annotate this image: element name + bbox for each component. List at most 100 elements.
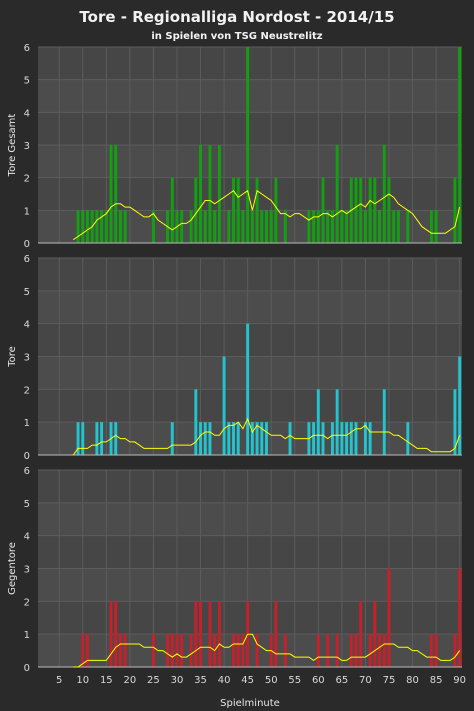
x-tick-label: 65 — [335, 675, 348, 686]
bar-minute-62 — [326, 210, 330, 243]
bar-minute-39 — [217, 145, 221, 243]
y-axis-label: Tore Gesamt — [7, 114, 18, 178]
bar-minute-48 — [260, 210, 264, 243]
y-tick-label: 2 — [24, 597, 30, 608]
bar-minute-73 — [378, 210, 382, 243]
bar-minute-74 — [382, 634, 386, 667]
bar-minute-60 — [316, 210, 320, 243]
bar-minute-61 — [321, 177, 325, 243]
bar-minute-68 — [354, 422, 358, 455]
y-tick-label: 2 — [24, 174, 30, 185]
bar-minute-11 — [86, 634, 89, 667]
bar-minute-50 — [269, 210, 273, 243]
bar-minute-84 — [429, 634, 433, 667]
bar-minute-76 — [392, 210, 396, 243]
bar-minute-43 — [236, 177, 240, 243]
bar-minute-75 — [387, 177, 391, 243]
bar-minute-89 — [453, 177, 457, 243]
bar-minute-35 — [199, 422, 202, 455]
x-tick-label: 35 — [194, 675, 207, 686]
bar-minute-36 — [203, 422, 207, 455]
plot-band — [38, 323, 462, 357]
bar-minute-45 — [246, 47, 250, 243]
y-tick-label: 1 — [24, 630, 30, 641]
bar-minute-38 — [213, 210, 217, 243]
bar-minute-10 — [81, 634, 85, 667]
y-tick-label: 6 — [24, 43, 30, 54]
y-tick-label: 3 — [24, 353, 30, 364]
bar-minute-59 — [312, 210, 316, 243]
x-tick-label: 70 — [359, 675, 372, 686]
bar-minute-43 — [236, 634, 240, 667]
bar-minute-51 — [274, 601, 278, 667]
bar-minute-85 — [434, 634, 438, 667]
plot-band — [38, 290, 462, 324]
bar-minute-37 — [208, 601, 212, 667]
bar-minute-64 — [335, 389, 339, 455]
bar-minute-37 — [208, 145, 212, 243]
bar-minute-17 — [114, 422, 118, 455]
plot-band — [38, 145, 462, 178]
y-tick-label: 4 — [24, 532, 30, 543]
bar-minute-11 — [86, 210, 89, 243]
y-tick-label: 1 — [24, 206, 30, 217]
bar-minute-17 — [114, 601, 118, 667]
bar-minute-17 — [114, 145, 118, 243]
bar-minute-74 — [382, 389, 386, 455]
bar-minute-77 — [396, 210, 400, 243]
y-tick-label: 5 — [24, 76, 30, 87]
bar-minute-53 — [283, 210, 287, 243]
y-tick-label: 1 — [24, 418, 30, 429]
bar-minute-65 — [340, 422, 344, 455]
bar-minute-36 — [203, 210, 207, 243]
bar-minute-49 — [265, 210, 268, 243]
x-tick-label: 60 — [312, 675, 325, 686]
bar-minute-48 — [260, 422, 264, 455]
panels-group: 0123456Tore Gesamt0123456Tore0123456Gege… — [7, 43, 466, 686]
bar-minute-59 — [312, 422, 316, 455]
bar-minute-14 — [100, 210, 104, 243]
x-tick-label: 90 — [453, 675, 466, 686]
bar-minute-66 — [345, 422, 349, 455]
bar-minute-84 — [429, 210, 433, 243]
bar-minute-42 — [232, 422, 235, 455]
bar-minute-70 — [363, 210, 367, 243]
bar-minute-10 — [81, 210, 85, 243]
y-tick-label: 3 — [24, 565, 30, 576]
plot-band — [38, 601, 462, 635]
x-tick-label: 25 — [147, 675, 160, 686]
x-tick-label: 45 — [241, 675, 254, 686]
y-axis-label: Gegentore — [7, 542, 18, 595]
x-axis-label: Spielminute — [220, 698, 280, 709]
bar-minute-71 — [368, 634, 372, 667]
bar-minute-65 — [340, 210, 344, 243]
y-tick-label: 2 — [24, 385, 30, 396]
y-tick-label: 0 — [24, 663, 30, 674]
bar-minute-44 — [241, 634, 245, 667]
x-tick-label: 5 — [56, 675, 62, 686]
bar-minute-47 — [255, 634, 259, 667]
bar-minute-37 — [208, 422, 212, 455]
bar-minute-90 — [458, 47, 462, 243]
bar-minute-60 — [316, 389, 320, 455]
y-tick-label: 4 — [24, 108, 30, 119]
bar-minute-47 — [255, 177, 259, 243]
chart-subtitle: in Spielen von TSG Neustrelitz — [151, 31, 322, 42]
bar-minute-44 — [241, 210, 245, 243]
bar-minute-79 — [406, 422, 410, 455]
bar-minute-75 — [387, 568, 391, 667]
plot-band — [38, 502, 462, 536]
bar-minute-40 — [222, 356, 226, 455]
x-tick-label: 75 — [383, 675, 396, 686]
bar-minute-33 — [189, 210, 193, 243]
plot-band — [38, 634, 462, 667]
x-tick-label: 20 — [123, 675, 136, 686]
x-tick-label: 85 — [430, 675, 443, 686]
bar-minute-41 — [227, 422, 231, 455]
x-tick-label: 55 — [288, 675, 301, 686]
bar-minute-63 — [330, 422, 334, 455]
plot-band — [38, 47, 462, 80]
bar-minute-89 — [453, 634, 457, 667]
bar-minute-72 — [373, 601, 377, 667]
chart-title: Tore - Regionalliga Nordost - 2014/15 — [79, 8, 394, 26]
